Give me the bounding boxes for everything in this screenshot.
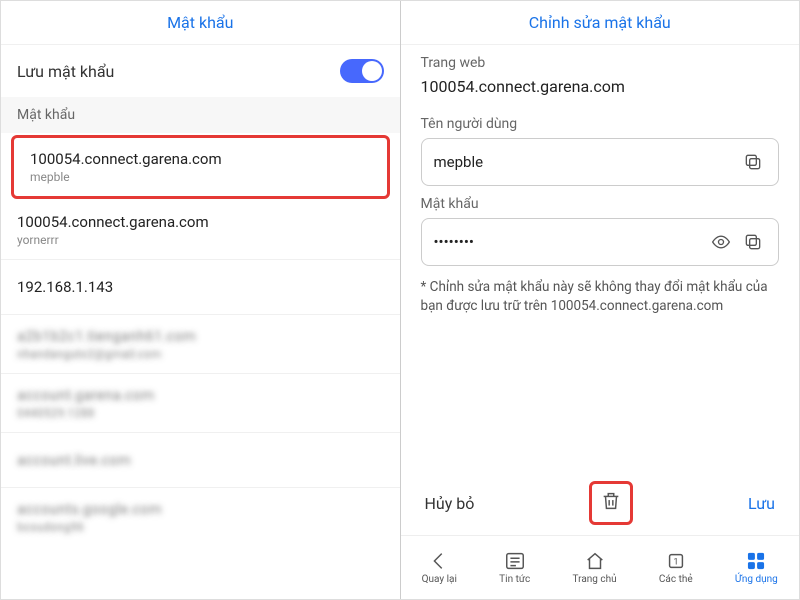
save-passwords-row: Lưu mật khẩu <box>1 45 400 97</box>
nav-home[interactable]: Trang chủ <box>573 550 617 585</box>
page-title-right: Chỉnh sửa mật khẩu <box>401 1 800 45</box>
page-title-left: Mật khẩu <box>1 1 400 45</box>
toggle-knob <box>362 61 382 81</box>
username-label: Tên người dùng <box>421 116 780 132</box>
password-item-site: accounts.google.com <box>17 500 384 518</box>
nav-label: Ứng dụng <box>735 574 778 585</box>
password-item-site: account.live.com <box>17 451 384 469</box>
password-label: Mật khẩu <box>421 196 780 212</box>
website-field-group: Trang web 100054.connect.garena.com <box>401 45 800 106</box>
password-item-user: bcoudong96 <box>17 520 384 534</box>
chevron-left-icon <box>428 550 450 572</box>
bottom-nav: Quay lại Tin tức Trang chủ 1 Các thẻ Ứng… <box>401 535 800 599</box>
password-input-wrap <box>421 218 780 266</box>
nav-news[interactable]: Tin tức <box>499 550 530 585</box>
password-item-site: account.garena.com <box>17 386 384 404</box>
website-value: 100054.connect.garena.com <box>421 77 780 96</box>
password-item-user: mepble <box>30 170 371 184</box>
username-field-group: Tên người dùng <box>401 106 800 186</box>
passwords-section-label: Mật khẩu <box>1 97 400 133</box>
nav-label: Tin tức <box>499 574 530 585</box>
svg-text:1: 1 <box>673 558 678 568</box>
apps-icon <box>745 550 767 572</box>
copy-password-button[interactable] <box>740 229 766 255</box>
password-item-user: nhandanguto2@gmail.com <box>17 347 384 361</box>
save-button[interactable]: Lưu <box>748 494 775 513</box>
password-item[interactable]: 100054.connect.garena.com yornerrr <box>1 201 400 260</box>
nav-label: Quay lại <box>422 574 457 585</box>
password-item[interactable]: account.live.com <box>1 433 400 488</box>
passwords-list-screen: Mật khẩu Lưu mật khẩu Mật khẩu 100054.co… <box>1 1 401 599</box>
copy-icon <box>743 232 763 252</box>
nav-label: Các thẻ <box>659 574 693 585</box>
nav-label: Trang chủ <box>573 574 617 585</box>
edit-password-note: * Chỉnh sửa mật khẩu này sẽ không thay đ… <box>401 266 800 328</box>
password-item[interactable]: a2b1b2c1.tienganh61.com nhandanguto2@gma… <box>1 315 400 374</box>
cancel-button[interactable]: Hủy bỏ <box>425 494 475 513</box>
password-item-site: a2b1b2c1.tienganh61.com <box>17 327 384 345</box>
password-item[interactable]: 100054.connect.garena.com mepble <box>14 138 387 196</box>
save-passwords-label: Lưu mật khẩu <box>17 62 114 81</box>
nav-tabs[interactable]: 1 Các thẻ <box>659 550 693 585</box>
password-item-user: 0440529.1288 <box>17 406 384 420</box>
show-password-button[interactable] <box>708 229 734 255</box>
password-item[interactable]: 192.168.1.143 <box>1 260 400 315</box>
username-input-wrap <box>421 138 780 186</box>
password-field-group: Mật khẩu <box>401 186 800 266</box>
password-input[interactable] <box>434 233 703 251</box>
website-label: Trang web <box>421 55 780 71</box>
home-icon <box>584 550 606 572</box>
username-input[interactable] <box>434 153 735 171</box>
copy-icon <box>743 152 763 172</box>
edit-password-screen: Chỉnh sửa mật khẩu Trang web 100054.conn… <box>401 1 800 599</box>
password-item-site: 192.168.1.143 <box>17 278 384 296</box>
password-item-site: 100054.connect.garena.com <box>30 150 371 168</box>
nav-apps[interactable]: Ứng dụng <box>735 550 778 585</box>
nav-back[interactable]: Quay lại <box>422 550 457 585</box>
tabs-icon: 1 <box>665 550 687 572</box>
trash-icon <box>600 490 622 512</box>
password-item-site: 100054.connect.garena.com <box>17 213 384 231</box>
password-item[interactable]: account.garena.com 0440529.1288 <box>1 374 400 433</box>
eye-icon <box>711 232 731 252</box>
copy-username-button[interactable] <box>740 149 766 175</box>
password-item-user: yornerrr <box>17 233 384 247</box>
news-icon <box>504 550 526 572</box>
password-item[interactable]: accounts.google.com bcoudong96 <box>1 488 400 546</box>
save-passwords-toggle[interactable] <box>340 59 384 83</box>
delete-button[interactable] <box>589 481 633 525</box>
action-bar: Hủy bỏ Lưu <box>401 481 800 525</box>
highlight-box: 100054.connect.garena.com mepble <box>11 135 390 199</box>
